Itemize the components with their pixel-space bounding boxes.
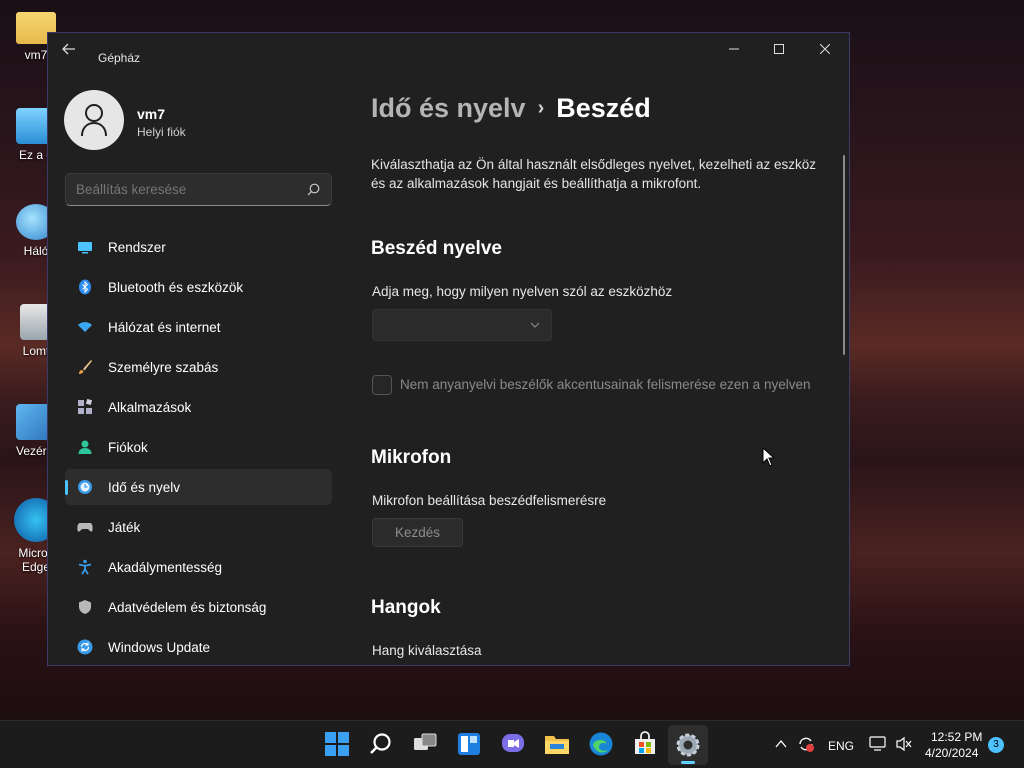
maximize-button[interactable] — [756, 39, 802, 69]
edge-icon[interactable] — [588, 731, 614, 757]
close-button[interactable] — [802, 39, 848, 69]
section-title-microphone: Mikrofon — [371, 447, 452, 468]
sidebar-item-time-language[interactable]: Idő és nyelv — [65, 469, 332, 505]
search-icon[interactable] — [307, 183, 320, 196]
input-language[interactable]: ENG — [828, 739, 854, 753]
sidebar-nav: Rendszer Bluetooth és eszközök Hálózat é… — [65, 229, 332, 665]
sidebar-item-gaming[interactable]: Játék — [65, 509, 332, 545]
back-button[interactable] — [62, 43, 82, 61]
sidebar-item-label: Rendszer — [108, 240, 166, 255]
sidebar-item-label: Idő és nyelv — [108, 480, 181, 495]
bluetooth-icon — [79, 279, 91, 295]
voice-select-label: Hang kiválasztása — [372, 643, 482, 658]
sidebar-item-label: Fiókok — [108, 440, 148, 455]
scrollbar[interactable] — [843, 155, 845, 355]
taskbar-settings-active[interactable] — [668, 725, 708, 765]
chevron-up-icon[interactable] — [775, 739, 787, 749]
sidebar-item-label: Játék — [108, 520, 141, 535]
search-icon[interactable] — [368, 731, 394, 757]
sidebar-item-accessibility[interactable]: Akadálymentesség — [65, 549, 332, 585]
accessibility-icon — [78, 559, 92, 575]
taskbar: ENG 12:52 PM 4/20/2024 3 — [0, 720, 1024, 768]
update-icon — [77, 639, 93, 655]
sidebar-item-label: Személyre szabás — [108, 360, 219, 375]
desktop-icon-label: vm7 — [24, 48, 48, 62]
sidebar-item-privacy[interactable]: Adatvédelem és biztonság — [65, 589, 332, 625]
sidebar-item-label: Adatvédelem és biztonság — [108, 600, 267, 615]
page-description: Kiválaszthatja az Ön által használt első… — [371, 157, 816, 191]
chevron-down-icon — [530, 322, 540, 328]
file-explorer-icon[interactable] — [544, 731, 570, 757]
sidebar-item-label: Hálózat és internet — [108, 320, 221, 335]
sidebar-item-windows-update[interactable]: Windows Update — [65, 629, 332, 665]
clock-time[interactable]: 12:52 PM — [931, 730, 982, 744]
settings-icon — [676, 733, 700, 757]
sidebar-item-accounts[interactable]: Fiókok — [65, 429, 332, 465]
brush-icon — [79, 360, 92, 374]
section-title-speech-language: Beszéd nyelve — [371, 238, 502, 259]
chat-icon[interactable] — [500, 731, 526, 757]
account-type: Helyi fiók — [137, 125, 186, 139]
mouse-cursor-icon — [762, 447, 774, 467]
widgets-icon[interactable] — [456, 731, 482, 757]
volume-muted-icon[interactable] — [895, 736, 913, 752]
sync-error-icon[interactable] — [797, 735, 815, 753]
accent-recognition-label: Nem anyanyelvi beszélők akcentusainak fe… — [400, 377, 811, 392]
sidebar-item-label: Alkalmazások — [108, 400, 192, 415]
search-input[interactable] — [76, 182, 296, 197]
account-name: vm7 — [137, 106, 166, 122]
wifi-icon — [78, 322, 92, 332]
section-title-voices: Hangok — [371, 597, 441, 618]
notification-badge[interactable]: 3 — [988, 737, 1004, 753]
apps-icon — [78, 399, 93, 414]
speech-language-dropdown[interactable] — [372, 309, 552, 341]
network-icon[interactable] — [869, 736, 887, 752]
shield-icon — [79, 600, 91, 614]
breadcrumb: Idő és nyelv › Beszéd — [371, 93, 651, 124]
clock-date[interactable]: 4/20/2024 — [925, 746, 978, 760]
minimize-button[interactable] — [711, 39, 757, 69]
sidebar-item-apps[interactable]: Alkalmazások — [65, 389, 332, 425]
sidebar-item-label: Akadálymentesség — [108, 560, 223, 575]
user-icon — [81, 104, 107, 137]
avatar[interactable] — [64, 90, 124, 150]
page-title: Beszéd — [556, 93, 651, 123]
desktop-icon-label: Lomt — [22, 344, 50, 358]
microphone-label: Mikrofon beállítása beszédfelismerésre — [372, 493, 607, 508]
start-icon[interactable] — [324, 731, 350, 757]
maximize-icon — [774, 44, 784, 54]
system-icon — [78, 242, 92, 254]
sidebar-item-label: Windows Update — [108, 640, 211, 655]
gaming-icon — [77, 523, 93, 532]
desktop-icon-label: Háló — [23, 244, 49, 258]
task-view-icon[interactable] — [412, 731, 438, 757]
sidebar-item-personalization[interactable]: Személyre szabás — [65, 349, 332, 385]
sidebar-item-label: Bluetooth és eszközök — [108, 280, 244, 295]
accent-recognition-checkbox[interactable] — [372, 375, 392, 395]
sidebar-item-network[interactable]: Hálózat és internet — [65, 309, 332, 345]
account-icon — [78, 440, 92, 454]
app-title: Gépház — [98, 51, 141, 65]
search-box[interactable] — [65, 173, 332, 206]
speech-language-label: Adja meg, hogy milyen nyelven szól az es… — [372, 284, 673, 299]
arrow-left-icon — [62, 43, 75, 55]
store-icon[interactable] — [632, 731, 658, 757]
time-language-icon — [78, 480, 92, 494]
breadcrumb-separator: › — [537, 97, 545, 119]
breadcrumb-parent[interactable]: Idő és nyelv — [371, 93, 526, 123]
settings-window: Gépház vm7 Helyi fiók Rendszer — [47, 32, 850, 666]
sidebar-item-system[interactable]: Rendszer — [65, 229, 332, 265]
sidebar-item-bluetooth[interactable]: Bluetooth és eszközök — [65, 269, 332, 305]
start-button[interactable]: Kezdés — [372, 518, 463, 547]
close-icon — [819, 43, 831, 55]
minimize-icon — [729, 48, 739, 50]
title-bar: Gépház — [48, 33, 849, 69]
